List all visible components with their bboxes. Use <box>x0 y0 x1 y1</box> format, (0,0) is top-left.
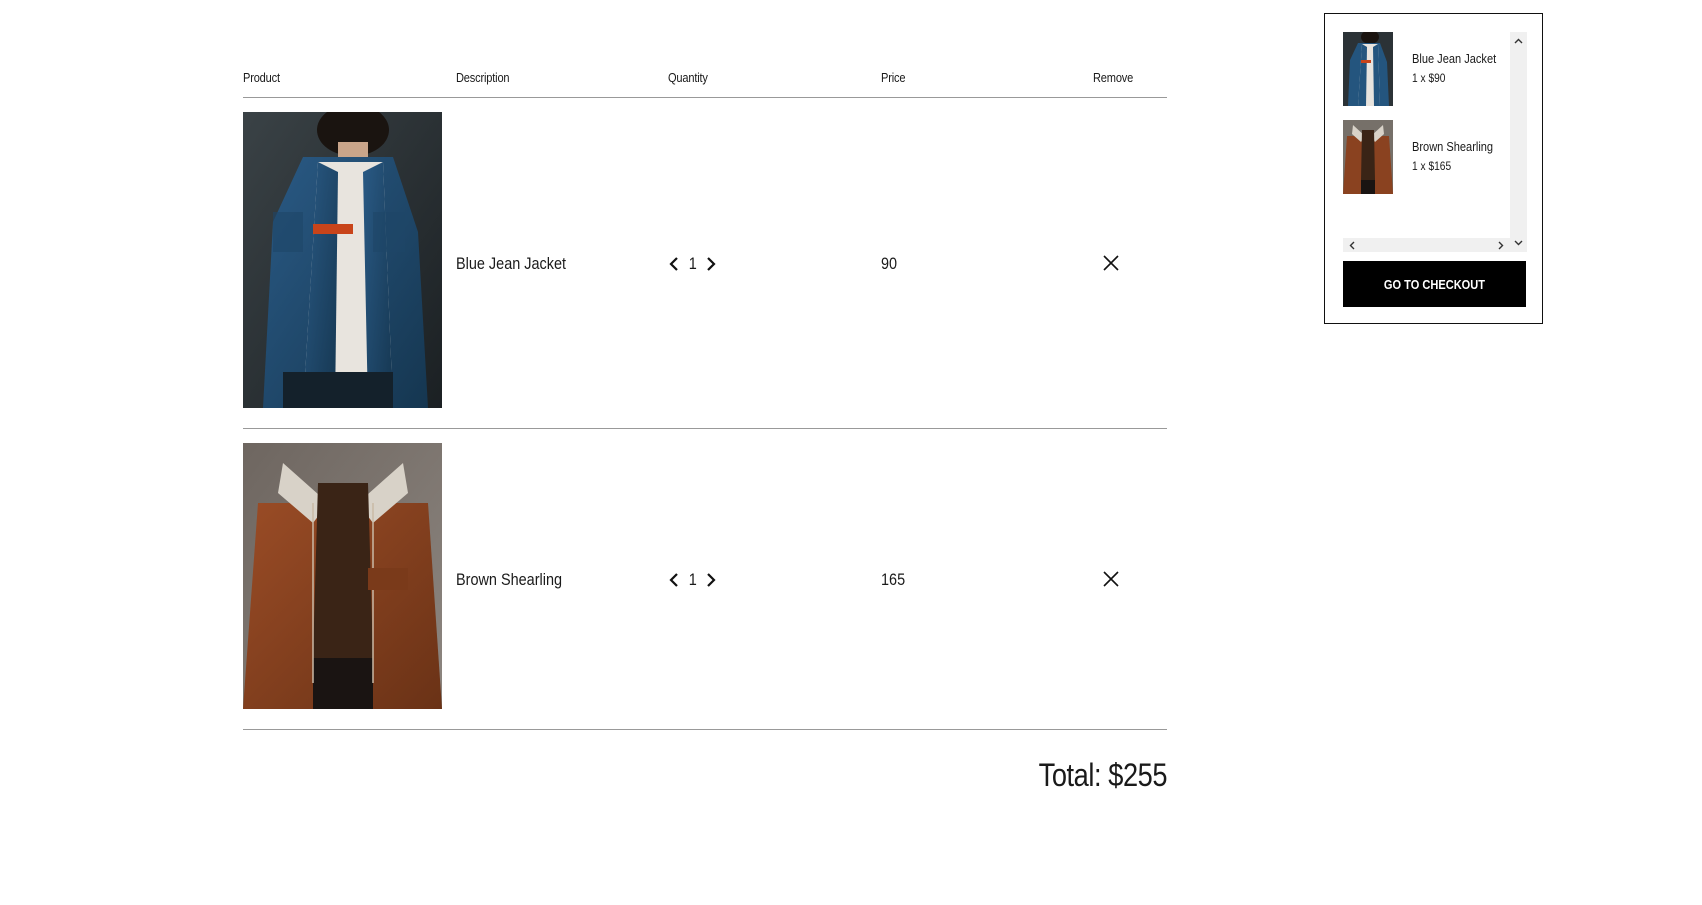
header-product: Product <box>243 70 280 85</box>
table-row: Brown Shearling 1 165 <box>243 429 1167 730</box>
remove-item-button[interactable] <box>1101 253 1121 273</box>
cart-total: Total: $255 <box>1038 757 1168 793</box>
header-price: Price <box>881 70 906 85</box>
scroll-right-icon[interactable] <box>1494 238 1508 252</box>
header-quantity: Quantity <box>668 70 708 85</box>
product-image-blue-jean-jacket <box>243 112 442 408</box>
checkout-button-label: GO TO CHECKOUT <box>1383 276 1486 292</box>
mini-cart-item: Brown Shearling 1 x $165 <box>1343 120 1513 194</box>
product-price: 90 <box>881 254 898 273</box>
quantity-stepper: 1 <box>668 569 717 591</box>
mini-cart-panel: Blue Jean Jacket 1 x $90 Brown Shearling… <box>1324 13 1543 324</box>
close-icon <box>1103 571 1119 587</box>
mini-cart-item-qty: 1 x $90 <box>1412 71 1446 85</box>
vertical-scrollbar[interactable] <box>1510 32 1527 252</box>
decrease-quantity-icon[interactable] <box>668 571 680 589</box>
cart-table: Product Description Quantity Price Remov… <box>243 60 1167 730</box>
scroll-left-icon[interactable] <box>1345 238 1359 252</box>
checkout-button[interactable]: GO TO CHECKOUT <box>1343 261 1526 307</box>
decrease-quantity-icon[interactable] <box>668 255 680 273</box>
header-description: Description <box>456 70 510 85</box>
quantity-stepper: 1 <box>668 253 717 275</box>
increase-quantity-icon[interactable] <box>705 255 717 273</box>
quantity-value: 1 <box>688 570 697 589</box>
quantity-value: 1 <box>688 254 697 273</box>
table-row: Blue Jean Jacket 1 90 <box>243 98 1167 429</box>
increase-quantity-icon[interactable] <box>705 571 717 589</box>
header-remove: Remove <box>1093 70 1134 85</box>
mini-cart-item-name: Brown Shearling <box>1412 139 1494 154</box>
scroll-up-icon[interactable] <box>1510 34 1527 48</box>
scroll-down-icon[interactable] <box>1510 236 1527 250</box>
mini-cart-item-name: Blue Jean Jacket <box>1412 51 1497 66</box>
mini-cart-thumbnail <box>1343 32 1393 106</box>
table-header: Product Description Quantity Price Remov… <box>243 60 1167 98</box>
close-icon <box>1103 255 1119 271</box>
product-price: 165 <box>881 570 906 589</box>
horizontal-scrollbar[interactable] <box>1343 238 1510 252</box>
mini-cart-item-qty: 1 x $165 <box>1412 159 1452 173</box>
mini-cart-item: Blue Jean Jacket 1 x $90 <box>1343 32 1513 106</box>
product-description: Brown Shearling <box>456 570 563 589</box>
mini-cart-thumbnail <box>1343 120 1393 194</box>
mini-cart-list: Blue Jean Jacket 1 x $90 Brown Shearling… <box>1343 32 1527 252</box>
product-image-brown-shearling <box>243 443 442 709</box>
product-description: Blue Jean Jacket <box>456 254 567 273</box>
remove-item-button[interactable] <box>1101 569 1121 589</box>
